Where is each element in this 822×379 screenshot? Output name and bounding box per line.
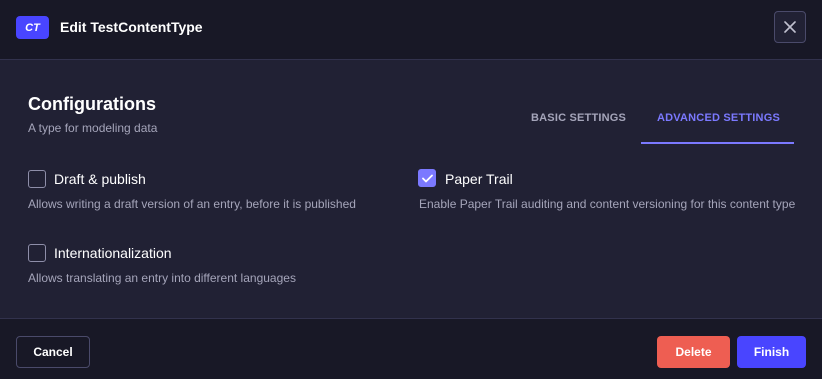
paper-trail-description: Enable Paper Trail auditing and content … [419, 197, 796, 211]
draft-publish-label[interactable]: Draft & publish [54, 171, 146, 187]
draft-publish-description: Allows writing a draft version of an ent… [28, 197, 356, 211]
internationalization-description: Allows translating an entry into differe… [28, 271, 296, 285]
content-type-badge: CT [16, 16, 49, 39]
checkmark-icon [421, 174, 433, 182]
edit-content-type-modal: CT Edit TestContentType Configurations A… [0, 0, 822, 379]
close-icon [784, 21, 796, 33]
draft-publish-checkbox[interactable] [28, 170, 46, 188]
section-subtitle: A type for modeling data [28, 121, 158, 135]
paper-trail-label[interactable]: Paper Trail [445, 171, 513, 187]
modal-header: CT Edit TestContentType [0, 0, 822, 60]
internationalization-checkbox[interactable] [28, 244, 46, 262]
tab-advanced-settings[interactable]: ADVANCED SETTINGS [657, 112, 780, 124]
delete-button[interactable]: Delete [657, 336, 730, 368]
internationalization-label[interactable]: Internationalization [54, 245, 172, 261]
modal-footer: Cancel Delete Finish [0, 318, 822, 379]
tab-basic-settings[interactable]: BASIC SETTINGS [531, 112, 626, 124]
cancel-button[interactable]: Cancel [16, 336, 90, 368]
paper-trail-checkbox[interactable] [418, 169, 436, 187]
close-button[interactable] [774, 11, 806, 43]
finish-button[interactable]: Finish [737, 336, 806, 368]
modal-title: Edit TestContentType [60, 19, 203, 35]
active-tab-indicator [641, 142, 794, 144]
section-title: Configurations [28, 94, 156, 114]
